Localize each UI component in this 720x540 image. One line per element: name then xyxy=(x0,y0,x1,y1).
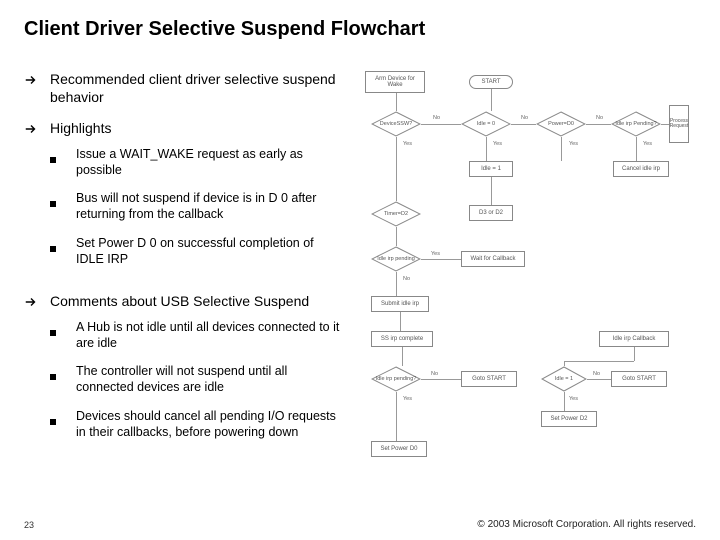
flow-decision-idle1: Idle = 1 xyxy=(541,366,587,392)
flow-label-no: No xyxy=(433,115,440,121)
flow-decision-label: Idle irp pending xyxy=(377,256,415,262)
list-item-text: Set Power D 0 on successful completion o… xyxy=(76,235,344,268)
flow-label-no: No xyxy=(596,115,603,121)
flow-decision-label: Timer=D2 xyxy=(384,211,408,217)
list-item: Issue a WAIT_WAKE request as early as po… xyxy=(50,146,344,179)
square-bullet-icon xyxy=(50,323,64,341)
list-item-text: Devices should cancel all pending I/O re… xyxy=(76,408,344,441)
list-item: Devices should cancel all pending I/O re… xyxy=(50,408,344,441)
flow-label-no: No xyxy=(431,371,438,377)
slide: Client Driver Selective Suspend Flowchar… xyxy=(0,0,720,540)
flow-label-no: No xyxy=(403,276,410,282)
flow-idle-callback: Idle irp Callback xyxy=(599,331,669,347)
flow-process-request: Process Request xyxy=(669,105,689,143)
arrow-right-icon xyxy=(24,295,42,314)
list-item: Set Power D 0 on successful completion o… xyxy=(50,235,344,268)
flow-start: START xyxy=(469,75,513,89)
flowchart: Arm Device for Wake START DeviceSSW? Idl… xyxy=(361,71,691,471)
flow-decision-ssw: DeviceSSW? xyxy=(371,111,421,137)
square-bullet-icon xyxy=(50,239,64,257)
flow-decision-idle0: Idle = 0 xyxy=(461,111,511,137)
section-comments: Comments about USB Selective Suspend A H… xyxy=(24,293,344,452)
flow-ss-complete: SS irp complete xyxy=(371,331,433,347)
flow-wait-callback: Wait for Callback xyxy=(461,251,525,267)
section-body: Highlights Issue a WAIT_WAKE request as … xyxy=(50,120,344,279)
square-bullet-icon xyxy=(50,150,64,168)
square-bullet-icon xyxy=(50,194,64,212)
flow-decision-idleirp: Idle irp Pending? xyxy=(611,111,661,137)
section-highlights: Highlights Issue a WAIT_WAKE request as … xyxy=(24,120,344,279)
copyright: © 2003 Microsoft Corporation. All rights… xyxy=(477,519,696,530)
flow-label-yes: Yes xyxy=(403,396,412,402)
flow-decision-label: DeviceSSW? xyxy=(380,121,412,127)
flow-set-power-d0: Set Power D0 xyxy=(371,441,427,457)
arrow-right-icon xyxy=(24,122,42,141)
page-title: Client Driver Selective Suspend Flowchar… xyxy=(24,18,696,41)
list-item: The controller will not suspend until al… xyxy=(50,363,344,396)
list-item: Bus will not suspend if device is in D 0… xyxy=(50,190,344,223)
flow-decision-label: Power=D0 xyxy=(548,121,574,127)
flow-idle1: Idle = 1 xyxy=(469,161,513,177)
flow-label-yes: Yes xyxy=(403,141,412,147)
list-item-text: Issue a WAIT_WAKE request as early as po… xyxy=(76,146,344,179)
flow-decision-idleirp2: Idle irp pending xyxy=(371,246,421,272)
flow-label-yes: Yes xyxy=(569,396,578,402)
flow-cancel-idle: Cancel idle irp xyxy=(613,161,669,177)
flow-decision-timerd2: Timer=D2 xyxy=(371,201,421,227)
list-item: A Hub is not idle until all devices conn… xyxy=(50,319,344,352)
flow-label-yes: Yes xyxy=(493,141,502,147)
section-text: Highlights xyxy=(50,120,344,138)
flow-submit-idle: Submit idle irp xyxy=(371,296,429,312)
level2-list: A Hub is not idle until all devices conn… xyxy=(50,319,344,441)
slide-number: 23 xyxy=(24,520,34,530)
square-bullet-icon xyxy=(50,412,64,430)
square-bullet-icon xyxy=(50,367,64,385)
section-text: Comments about USB Selective Suspend xyxy=(50,293,344,311)
flow-label-yes: Yes xyxy=(431,251,440,257)
bullet-column: Recommended client driver selective susp… xyxy=(24,71,344,471)
level2-list: Issue a WAIT_WAKE request as early as po… xyxy=(50,146,344,268)
flow-goto-start2: Goto START xyxy=(611,371,667,387)
flow-set-power-d2: Set Power D2 xyxy=(541,411,597,427)
flow-label-yes: Yes xyxy=(643,141,652,147)
flow-goto-start: Goto START xyxy=(461,371,517,387)
flow-arm-device: Arm Device for Wake xyxy=(365,71,425,93)
flow-decision-label: Idle irp Pending? xyxy=(615,121,656,127)
flowchart-column: Arm Device for Wake START DeviceSSW? Idl… xyxy=(356,71,696,471)
flow-decision-idleirp3: Idle irp pending? xyxy=(371,366,421,392)
section-text: Recommended client driver selective susp… xyxy=(50,71,344,106)
flow-label-no: No xyxy=(521,115,528,121)
content-row: Recommended client driver selective susp… xyxy=(24,71,696,471)
section-recommended: Recommended client driver selective susp… xyxy=(24,71,344,106)
level1-list: Recommended client driver selective susp… xyxy=(24,71,344,452)
flow-label-no: No xyxy=(593,371,600,377)
flow-d3-d2: D3 or D2 xyxy=(469,205,513,221)
list-item-text: Bus will not suspend if device is in D 0… xyxy=(76,190,344,223)
flow-label-yes: Yes xyxy=(569,141,578,147)
list-item-text: The controller will not suspend until al… xyxy=(76,363,344,396)
flow-decision-label: Idle irp pending? xyxy=(376,376,417,382)
arrow-right-icon xyxy=(24,73,42,92)
flow-decision-powerd0: Power=D0 xyxy=(536,111,586,137)
flow-decision-label: Idle = 0 xyxy=(477,121,495,127)
section-body: Comments about USB Selective Suspend A H… xyxy=(50,293,344,452)
flow-decision-label: Idle = 1 xyxy=(555,376,573,382)
list-item-text: A Hub is not idle until all devices conn… xyxy=(76,319,344,352)
